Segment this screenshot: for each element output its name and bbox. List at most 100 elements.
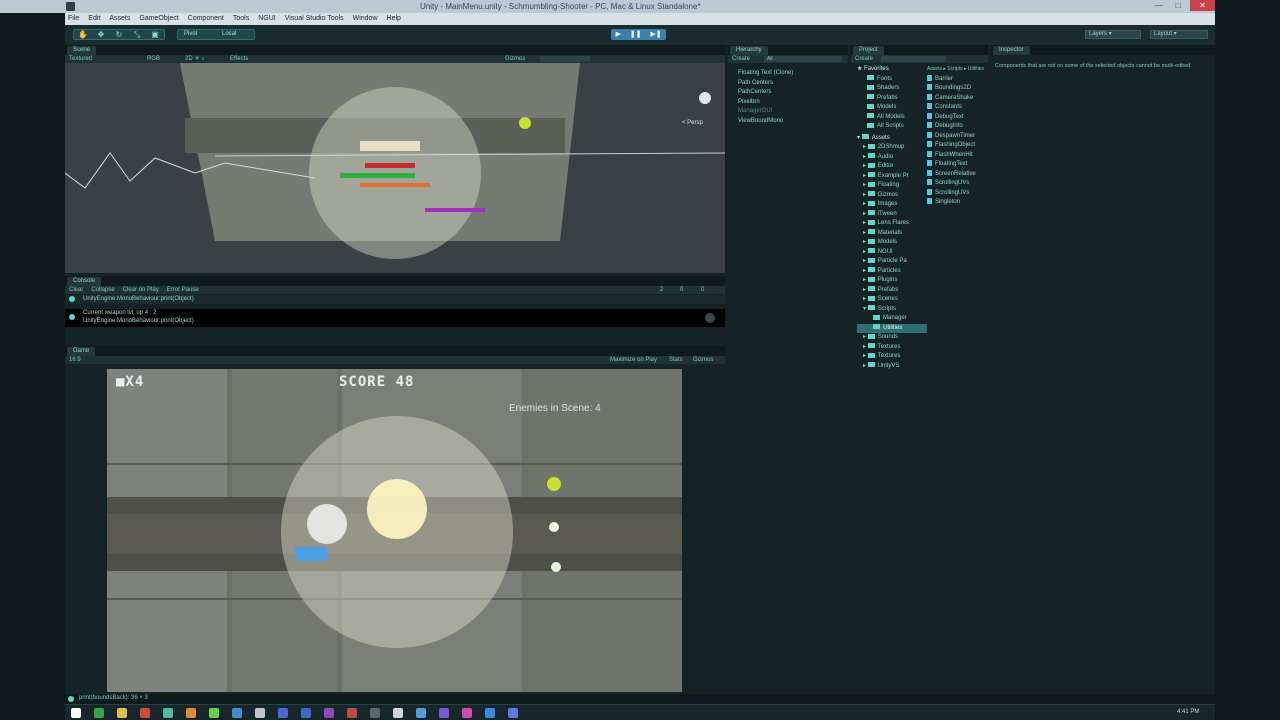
taskbar-app-icon[interactable]: [393, 708, 403, 718]
hierarchy-search-input[interactable]: All: [764, 56, 842, 62]
tab-console[interactable]: Console: [67, 277, 102, 286]
taskbar-app-icon[interactable]: [347, 708, 357, 718]
taskbar-app-icon[interactable]: [301, 708, 311, 718]
list-item[interactable]: ▸ NGUI: [857, 248, 927, 258]
list-item[interactable]: ▸ Models: [857, 238, 927, 248]
list-item-selected[interactable]: Utilities: [857, 323, 927, 333]
scene-viewport[interactable]: < Persp: [65, 63, 725, 273]
taskbar-app-icon[interactable]: [508, 708, 518, 718]
list-item[interactable]: ▾ Scripts: [857, 305, 927, 315]
list-item[interactable]: ▸ Textures: [857, 343, 927, 353]
menu-assets[interactable]: Assets: [109, 13, 130, 25]
list-item[interactable]: ▸ Particle Pa: [857, 257, 927, 267]
warning-count[interactable]: 0: [680, 286, 683, 294]
list-item[interactable]: ▸ UnityVS: [857, 362, 927, 372]
list-item[interactable]: ▸ Particles: [857, 267, 927, 277]
console-entry[interactable]: UnityEngine.MonoBehaviour:print(Object): [65, 295, 725, 304]
menu-help[interactable]: Help: [387, 13, 401, 25]
2d-toggle[interactable]: 2D ☀ ♪: [185, 55, 204, 63]
rotate-tool-icon[interactable]: ↻: [113, 30, 125, 39]
list-item[interactable]: PathCenters: [738, 88, 793, 98]
list-item[interactable]: ▸ Textures: [857, 352, 927, 362]
list-item[interactable]: ▸ Images: [857, 200, 927, 210]
console-entry[interactable]: Current weapon lvl: up 4 : 2 UnityEngine…: [65, 309, 725, 327]
aspect-dropdown[interactable]: 16:9: [69, 357, 81, 363]
list-item[interactable]: ▸ Lens Flares: [857, 219, 927, 229]
project-breadcrumb[interactable]: Assets ▸ Scripts ▸ Utilities: [927, 65, 987, 75]
taskbar-app-icon[interactable]: [94, 708, 104, 718]
menu-file[interactable]: File: [68, 13, 79, 25]
scale-tool-icon[interactable]: ⤡: [131, 30, 143, 39]
list-item[interactable]: Constants: [927, 103, 987, 113]
maximize-button[interactable]: □: [1169, 0, 1187, 11]
move-tool-icon[interactable]: ✥: [95, 30, 107, 39]
menu-window[interactable]: Window: [353, 13, 378, 25]
list-item[interactable]: ▸ iTween: [857, 210, 927, 220]
step-button[interactable]: ▶❚: [650, 29, 661, 40]
persp-label[interactable]: < Persp: [682, 120, 703, 126]
render-mode-dropdown[interactable]: RGB: [147, 55, 160, 63]
hierarchy-create-dropdown[interactable]: Create: [732, 56, 750, 62]
list-item[interactable]: ▸ Sounds: [857, 333, 927, 343]
favorites-header[interactable]: ★ Favorites: [857, 65, 927, 75]
list-item[interactable]: ▸ Example Pr: [857, 172, 927, 182]
stats-toggle[interactable]: Stats: [669, 356, 683, 364]
list-item[interactable]: Models: [857, 103, 927, 113]
list-item[interactable]: DespawnTimer: [927, 131, 987, 142]
scene-gizmos-dropdown[interactable]: Gizmos: [505, 55, 525, 63]
unity-icon[interactable]: [255, 708, 265, 718]
taskbar-app-icon[interactable]: [370, 708, 380, 718]
menu-component[interactable]: Component: [188, 13, 224, 25]
tab-inspector[interactable]: Inspector: [993, 46, 1030, 55]
menu-edit[interactable]: Edit: [88, 13, 100, 25]
list-item[interactable]: ScreenRelative: [927, 169, 987, 180]
layout-dropdown[interactable]: Layout ▾: [1150, 30, 1208, 39]
close-button[interactable]: ✕: [1190, 0, 1215, 11]
console-error-pause-button[interactable]: Error Pause: [167, 286, 199, 294]
taskbar-app-icon[interactable]: [163, 708, 173, 718]
list-item[interactable]: ViewBoundMono: [738, 117, 793, 127]
list-item[interactable]: FlashingObject: [927, 141, 987, 151]
menu-ngui[interactable]: NGUI: [258, 13, 276, 25]
start-icon[interactable]: [71, 708, 81, 718]
list-item[interactable]: CameraShake: [927, 93, 987, 104]
list-item[interactable]: ▸ Floating: [857, 181, 927, 191]
status-message[interactable]: print(boundsBack): 36 × 3: [79, 695, 148, 701]
list-item[interactable]: ▸ Prefabs: [857, 286, 927, 296]
taskbar-app-icon[interactable]: [209, 708, 219, 718]
taskbar-app-icon[interactable]: [140, 708, 150, 718]
scene-search-input[interactable]: [540, 56, 590, 62]
list-item[interactable]: ▸ Editor: [857, 162, 927, 172]
list-item[interactable]: Manager: [857, 314, 927, 324]
visual-studio-icon[interactable]: [324, 708, 334, 718]
hand-tool-icon[interactable]: ✋: [77, 30, 89, 39]
console-scroll-icon[interactable]: [705, 313, 715, 323]
list-item[interactable]: Pixelbrn: [738, 98, 793, 108]
list-item[interactable]: FlashWhenHit: [927, 150, 987, 161]
list-item[interactable]: Fonts: [857, 75, 927, 85]
game-gizmos-toggle[interactable]: Gizmos: [693, 356, 713, 364]
list-item[interactable]: Path Centers: [738, 79, 793, 89]
console-clear-on-play-button[interactable]: Clear on Play: [123, 286, 159, 294]
error-count[interactable]: 0: [701, 286, 704, 294]
list-item[interactable]: ▸ Audio: [857, 153, 927, 163]
tab-hierarchy[interactable]: Hierarchy: [730, 46, 768, 55]
list-item[interactable]: ▸ Scenes: [857, 295, 927, 305]
project-search-input[interactable]: [881, 56, 946, 62]
layers-dropdown[interactable]: Layers ▾: [1085, 30, 1141, 39]
tab-project[interactable]: Project: [853, 46, 884, 55]
tab-scene[interactable]: Scene: [67, 46, 97, 55]
list-item[interactable]: Prefabs: [857, 94, 927, 104]
list-item[interactable]: DebugText: [927, 112, 987, 123]
list-item[interactable]: ▸ Gizmos: [857, 191, 927, 201]
pivot-toggle[interactable]: Pivot: [184, 31, 197, 37]
effects-dropdown[interactable]: Effects: [230, 55, 248, 63]
log-count[interactable]: 2: [660, 286, 663, 294]
list-item[interactable]: Singleton: [927, 198, 987, 208]
list-item[interactable]: Barrier: [927, 74, 987, 85]
taskbar-app-icon[interactable]: [462, 708, 472, 718]
list-item[interactable]: ManagerGUI: [738, 107, 793, 117]
console-clear-button[interactable]: Clear: [69, 286, 83, 294]
list-item[interactable]: All Models: [857, 113, 927, 123]
folder-icon[interactable]: [117, 708, 127, 718]
